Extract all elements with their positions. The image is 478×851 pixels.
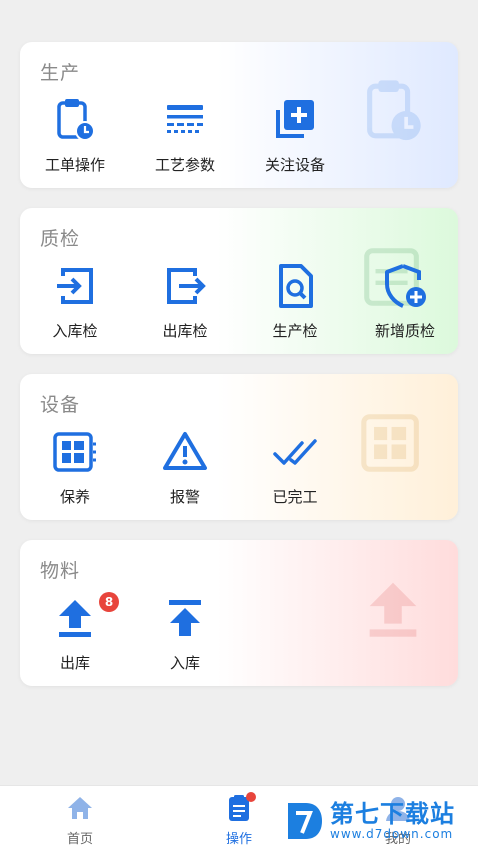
- process-lines-icon: [161, 96, 209, 144]
- section-production: 生产 工单操作 工艺参数 关注设备: [20, 42, 458, 188]
- upload-arrow-watermark-icon: [369, 582, 417, 637]
- upload-bar-arrow-icon: [161, 594, 209, 642]
- section-materials: 物料 8 出库 入库: [20, 540, 458, 686]
- item-label: 生产检: [272, 322, 318, 340]
- exit-box-icon: [161, 262, 209, 310]
- device-panel-icon: [51, 428, 99, 476]
- brand-name: 第七下载站: [330, 800, 455, 828]
- d7-logo-icon: [288, 803, 322, 839]
- item-label: 入库检: [52, 322, 98, 340]
- upload-arrow-icon: 8: [51, 592, 119, 642]
- tab-label: 首页: [66, 832, 93, 847]
- item-label: 入库: [169, 654, 200, 672]
- inbound-inspection-button[interactable]: 入库检: [20, 260, 130, 346]
- enter-box-icon: [51, 262, 99, 310]
- clipboard-list-icon: [224, 792, 256, 822]
- item-label: 出库检: [162, 322, 208, 340]
- alarm-button[interactable]: 报警: [130, 426, 240, 512]
- item-label: 报警: [169, 488, 200, 506]
- document-search-icon: [271, 262, 319, 310]
- section-title: 质检: [40, 228, 81, 250]
- brand-url: www.d7down.com: [330, 827, 454, 841]
- item-label: 关注设备: [264, 156, 325, 174]
- add-quality-inspection-button[interactable]: 新增质检: [350, 260, 458, 346]
- home-icon: [65, 794, 95, 822]
- clipboard-clock-watermark-icon: [367, 80, 421, 141]
- item-label: 已完工: [272, 488, 318, 506]
- item-label: 出库: [59, 654, 90, 672]
- shield-add-icon: [381, 262, 429, 310]
- clipboard-clock-icon: [51, 96, 99, 144]
- section-title: 物料: [40, 560, 81, 582]
- site-watermark: 第七下载站 www.d7down.com: [284, 796, 474, 846]
- notification-badge: 8: [99, 592, 119, 612]
- tab-operations[interactable]: 操作: [199, 792, 279, 847]
- item-label: 工艺参数: [154, 156, 215, 174]
- process-parameters-button[interactable]: 工艺参数: [130, 94, 240, 180]
- item-label: 保养: [59, 488, 90, 506]
- section-title: 设备: [40, 394, 81, 416]
- inbound-button[interactable]: 入库: [130, 592, 240, 678]
- outbound-inspection-button[interactable]: 出库检: [130, 260, 240, 346]
- section-title: 生产: [40, 62, 81, 84]
- followed-equipment-button[interactable]: 关注设备: [240, 94, 350, 180]
- tab-label: 操作: [225, 832, 252, 847]
- outbound-button[interactable]: 8 出库: [20, 592, 130, 678]
- item-label: 新增质检: [374, 322, 435, 340]
- maintenance-button[interactable]: 保养: [20, 426, 130, 512]
- work-order-operation-button[interactable]: 工单操作: [20, 94, 130, 180]
- production-inspection-button[interactable]: 生产检: [240, 260, 350, 346]
- item-label: 工单操作: [44, 156, 105, 174]
- tab-home[interactable]: 首页: [40, 794, 120, 847]
- unread-dot: [246, 792, 256, 802]
- add-square-stack-icon: [271, 96, 319, 144]
- section-quality-inspection: 质检 入库检 出库检 生产检 新增质检: [20, 208, 458, 354]
- device-panel-watermark-icon: [361, 414, 419, 472]
- warning-triangle-icon: [161, 428, 209, 476]
- completed-button[interactable]: 已完工: [240, 426, 350, 512]
- double-check-icon: [271, 428, 319, 476]
- section-equipment: 设备 保养 报警 已完工: [20, 374, 458, 520]
